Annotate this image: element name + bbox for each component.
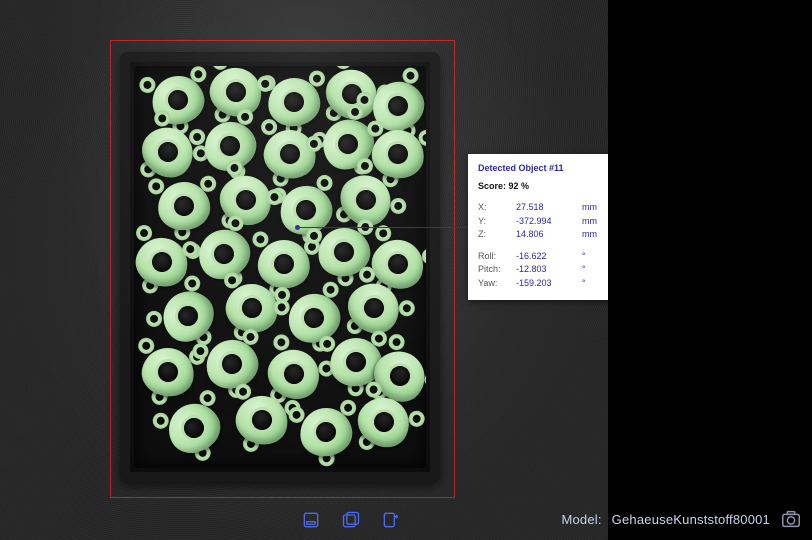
pose-value: -12.803 [516, 263, 582, 277]
gallery-icon [341, 510, 361, 530]
pose-unit: ° [582, 250, 610, 264]
pose-unit: mm [582, 201, 610, 215]
model-status-bar: Model: GehaeuseKunststoff80001 [561, 508, 802, 530]
pose-row: Z:14.806mm [478, 228, 610, 242]
tray-inner [134, 66, 426, 468]
pose-key: X: [478, 201, 516, 215]
pose-key: Pitch: [478, 263, 516, 277]
pose-row: Yaw:-159.203° [478, 277, 610, 291]
export-icon [381, 510, 401, 530]
pose-row: Pitch:-12.803° [478, 263, 610, 277]
pose-value: -372.994 [516, 215, 582, 229]
pose-table: X:27.518mmY:-372.994mmZ:14.806mm Roll:-1… [478, 201, 610, 290]
right-sidebar [608, 0, 812, 540]
pose-unit: mm [582, 215, 610, 229]
detection-info-panel: Detected Object #11 Score: 92 % X:27.518… [468, 154, 620, 300]
pose-value: -159.203 [516, 277, 582, 291]
pose-unit: ° [582, 277, 610, 291]
model-label: Model: [561, 512, 601, 527]
camera-icon [780, 508, 802, 530]
pose-key: Z: [478, 228, 516, 242]
view-gallery-button[interactable] [340, 509, 362, 531]
pose-row: Roll:-16.622° [478, 250, 610, 264]
parts-tray [120, 52, 440, 482]
pose-row: Y:-372.994mm [478, 215, 610, 229]
panel-title: Detected Object #11 [478, 162, 610, 176]
image-icon [301, 510, 321, 530]
pose-unit: mm [582, 228, 610, 242]
view-toolbar [300, 509, 402, 531]
panel-score: Score: 92 % [478, 180, 610, 194]
export-button[interactable] [380, 509, 402, 531]
model-name: GehaeuseKunststoff80001 [612, 512, 770, 527]
callout-leader-line [298, 227, 468, 228]
pose-row: X:27.518mm [478, 201, 610, 215]
view-single-button[interactable] [300, 509, 322, 531]
camera-viewport[interactable]: Detected Object #11 Score: 92 % X:27.518… [0, 0, 608, 540]
pose-value: 27.518 [516, 201, 582, 215]
pose-key: Yaw: [478, 277, 516, 291]
pose-value: -16.622 [516, 250, 582, 264]
pose-key: Roll: [478, 250, 516, 264]
pose-key: Y: [478, 215, 516, 229]
pose-value: 14.806 [516, 228, 582, 242]
pose-unit: ° [582, 263, 610, 277]
